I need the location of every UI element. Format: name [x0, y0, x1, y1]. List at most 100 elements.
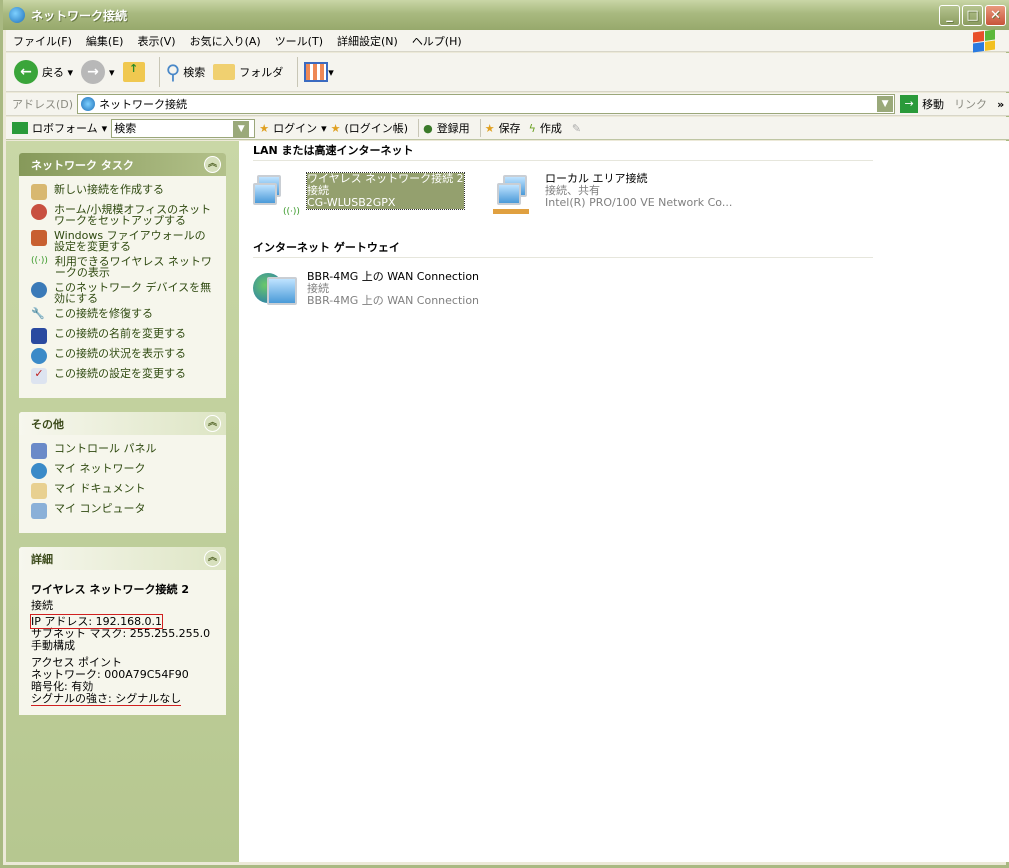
window: ネットワーク接続 _ □ ✕ ファイル(F) 編集(E) 表示(V) お気に入り…: [0, 0, 1009, 868]
collapse-chevron-icon[interactable]: ︽: [204, 156, 221, 173]
search-button[interactable]: ⚲ 検索: [166, 60, 206, 84]
connection-device: BBR-4MG 上の WAN Connection: [307, 294, 480, 307]
connections-view: LAN または高速インターネット ((·)) ワイヤレス ネットワーク接続 2接…: [239, 141, 1009, 862]
details-header[interactable]: 詳細 ︽: [19, 547, 226, 570]
links-more-button[interactable]: »: [997, 98, 1004, 111]
register-person-icon: ●: [423, 121, 433, 135]
lan-shared-icon: [491, 173, 539, 221]
connection-wireless-2[interactable]: ((·)) ワイヤレス ネットワーク接続 2 接続 CG-WLUSB2GPX: [253, 172, 465, 221]
menu-view[interactable]: 表示(V): [130, 33, 182, 49]
network-globe-icon: [9, 7, 25, 23]
other-places-header[interactable]: その他 ︽: [19, 412, 226, 435]
roboform-icon: [12, 122, 28, 134]
detail-signal: シグナルの強さ: シグナルなし: [31, 692, 182, 706]
task-label: この接続を修復する: [54, 307, 153, 320]
address-bar: アドレス(D) ネットワーク接続 ▼ → 移動 リンク »: [6, 93, 1009, 116]
link-label: マイ ドキュメント: [54, 482, 146, 495]
windows-logo-icon: [973, 29, 995, 53]
task-new-connection[interactable]: 新しい接続を作成する: [31, 184, 216, 200]
folder-icon: [213, 64, 236, 80]
views-button[interactable]: ▾: [304, 62, 334, 82]
menu-advanced[interactable]: 詳細設定(N): [330, 33, 405, 49]
wireless-antenna-icon: ((·)): [31, 256, 48, 266]
task-disable-device[interactable]: このネットワーク デバイスを無効にする: [31, 282, 216, 304]
up-folder-button[interactable]: ↑: [122, 62, 145, 82]
go-label: 移動: [922, 98, 945, 111]
links-button[interactable]: リンク: [954, 96, 987, 112]
maximize-button[interactable]: □: [962, 5, 983, 26]
address-label: アドレス(D): [12, 98, 74, 111]
register-button[interactable]: 登録用: [437, 120, 470, 136]
task-label: Windows ファイアウォールの設定を変更する: [54, 229, 206, 253]
collapse-chevron-icon[interactable]: ︽: [204, 550, 221, 567]
task-change-settings[interactable]: ✓ この接続の設定を変更する: [31, 368, 216, 384]
link-my-computer[interactable]: マイ コンピュータ: [31, 503, 216, 519]
network-tasks-panel: ネットワーク タスク ︽ 新しい接続を作成する ホーム/小規模オフィスのネットワー…: [19, 153, 226, 398]
firewall-icon: [31, 230, 47, 246]
task-view-status[interactable]: この接続の状況を表示する: [31, 348, 216, 364]
forward-arrow-icon: →: [81, 60, 106, 84]
login-star-icon: ★: [259, 121, 270, 135]
task-repair[interactable]: 🔧 この接続を修復する: [31, 308, 216, 324]
pen-icon[interactable]: ✎: [572, 122, 581, 135]
search-label: 検索: [183, 66, 206, 79]
title-bar: ネットワーク接続 _ □ ✕: [3, 0, 1009, 30]
save-button[interactable]: 保存: [499, 120, 521, 136]
roboform-toolbar: ロボフォーム ▾ 検索 ▼ ★ ログイン ▾ ★ (ログイン帳) ● 登録用 ★ 保存 ϟ 作成…: [6, 117, 1009, 140]
forward-button[interactable]: → ▾: [81, 60, 115, 84]
group-header-gateway: インターネット ゲートウェイ: [253, 239, 873, 258]
save-star-icon: ★: [484, 121, 495, 135]
menu-help[interactable]: ヘルプ(H): [405, 33, 469, 49]
task-view-wireless[interactable]: ((·)) 利用できるワイヤレス ネットワークの表示: [31, 256, 216, 278]
roboform-menu[interactable]: ロボフォーム: [32, 120, 98, 136]
my-documents-icon: [31, 483, 47, 499]
wrench-icon: 🔧: [31, 307, 45, 320]
task-label: 利用できるワイヤレス ネットワークの表示: [54, 255, 212, 279]
task-pane: ネットワーク タスク ︽ 新しい接続を作成する ホーム/小規模オフィスのネットワー…: [6, 141, 239, 862]
login-book-star-icon: ★: [330, 121, 341, 135]
disable-network-icon: [31, 282, 47, 298]
menu-favorites[interactable]: お気に入り(A): [183, 33, 268, 49]
connection-name: BBR-4MG 上の WAN Connection: [307, 270, 480, 283]
link-my-documents[interactable]: マイ ドキュメント: [31, 483, 216, 499]
connection-local-area[interactable]: ローカル エリア接続 接続、共有 Intel(R) PRO/100 VE Netwo…: [491, 173, 732, 221]
task-label: この接続の名前を変更する: [54, 327, 186, 340]
search-dropdown[interactable]: ▼: [233, 120, 250, 137]
standard-toolbar: ← 戻る ▾ → ▾ ↑ ⚲ 検索 フォルダ ▾: [6, 53, 1009, 92]
roboform-search-value: 検索: [114, 122, 137, 135]
menu-edit[interactable]: 編集(E): [79, 33, 131, 49]
panel-title: ネットワーク タスク: [31, 158, 134, 172]
go-button[interactable]: → 移動: [900, 95, 944, 113]
create-button[interactable]: 作成: [540, 120, 562, 136]
link-my-network[interactable]: マイ ネットワーク: [31, 463, 216, 479]
login-button[interactable]: ログイン: [273, 120, 317, 136]
task-home-network-setup[interactable]: ホーム/小規模オフィスのネットワークをセットアップする: [31, 204, 216, 226]
task-firewall-settings[interactable]: Windows ファイアウォールの設定を変更する: [31, 230, 216, 252]
minimize-button[interactable]: _: [939, 5, 960, 26]
roboform-search-input[interactable]: 検索 ▼: [111, 118, 256, 138]
login-book-button[interactable]: (ログイン帳): [344, 120, 408, 136]
address-input[interactable]: ネットワーク接続 ▼: [77, 94, 896, 114]
back-button[interactable]: ← 戻る ▾: [14, 60, 73, 84]
network-globe-icon: [81, 97, 96, 111]
panel-title: 詳細: [31, 552, 53, 566]
network-tasks-header[interactable]: ネットワーク タスク ︽: [19, 153, 226, 176]
task-label: この接続の状況を表示する: [54, 347, 186, 360]
search-icon: ⚲: [165, 60, 181, 84]
task-rename[interactable]: この接続の名前を変更する: [31, 328, 216, 344]
rename-icon: [31, 328, 47, 344]
connection-wan[interactable]: BBR-4MG 上の WAN Connection 接続 BBR-4MG 上の WA…: [253, 271, 479, 319]
up-folder-icon: ↑: [122, 62, 145, 82]
menu-tools[interactable]: ツール(T): [268, 33, 330, 49]
detail-name: ワイヤレス ネットワーク接続 2: [31, 583, 189, 596]
views-icon: [304, 62, 329, 82]
settings-check-icon: ✓: [31, 368, 47, 384]
menu-file[interactable]: ファイル(F): [6, 33, 79, 49]
collapse-chevron-icon[interactable]: ︽: [204, 415, 221, 432]
create-bolt-icon: ϟ: [528, 121, 536, 135]
address-dropdown[interactable]: ▼: [877, 96, 894, 112]
task-label: ホーム/小規模オフィスのネットワークをセットアップする: [54, 203, 212, 227]
link-control-panel[interactable]: コントロール パネル: [31, 443, 216, 459]
close-button[interactable]: ✕: [985, 5, 1006, 26]
folders-button[interactable]: フォルダ: [213, 64, 283, 80]
